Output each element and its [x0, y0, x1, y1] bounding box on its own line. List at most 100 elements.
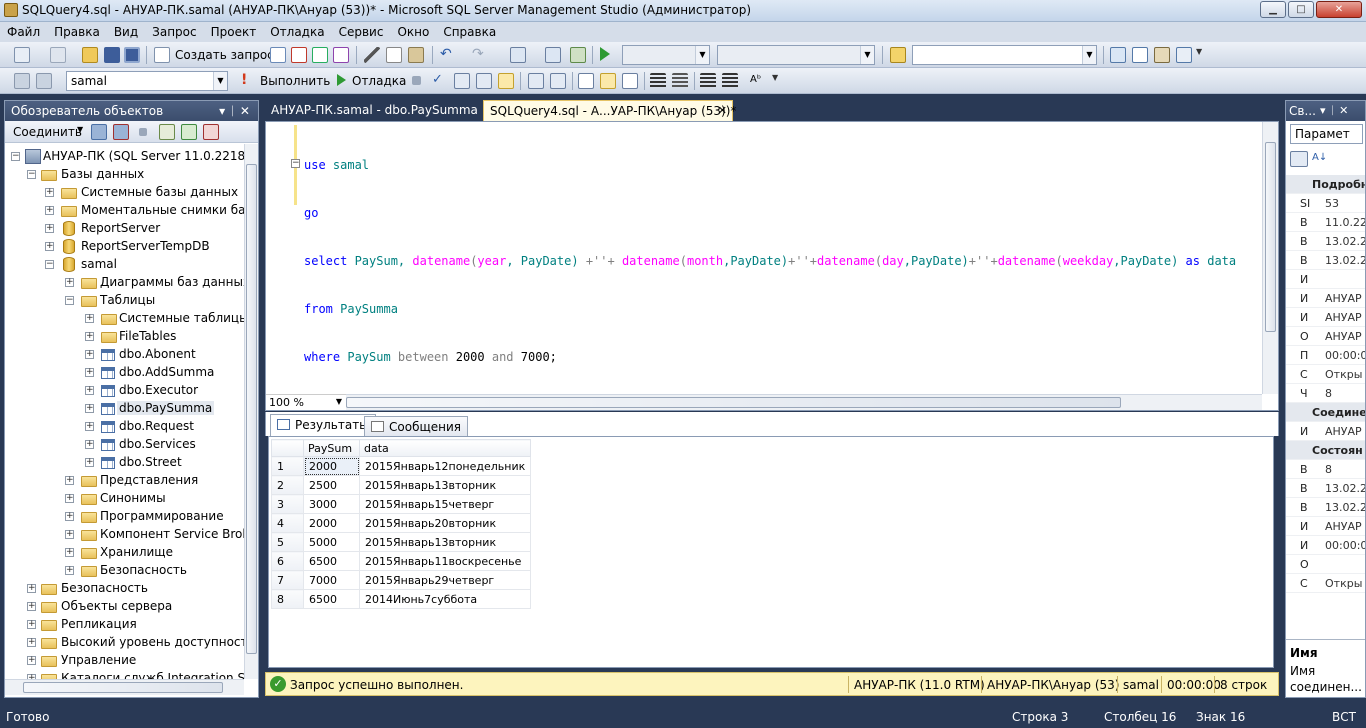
- property-row[interactable]: И АНУАР: [1286, 308, 1365, 327]
- results-grid[interactable]: PaySum data 1 2000 2015Январь12понедельник…: [268, 436, 1274, 668]
- property-row[interactable]: В8: [1286, 460, 1365, 479]
- property-row[interactable]: И: [1286, 270, 1365, 289]
- specify-values-icon[interactable]: A͏ᵇ: [750, 73, 766, 89]
- menu-help[interactable]: Справка: [436, 22, 503, 42]
- comment-icon[interactable]: [650, 73, 666, 89]
- find-in-files-icon[interactable]: [890, 47, 906, 63]
- add-item-icon[interactable]: [50, 47, 66, 63]
- query-designer-icon[interactable]: [476, 73, 492, 89]
- disconnect-icon[interactable]: [113, 124, 129, 140]
- filter-icon[interactable]: [159, 124, 175, 140]
- editor-horizontal-scrollbar[interactable]: [346, 394, 1262, 410]
- tree-hscroll-thumb[interactable]: [23, 682, 223, 693]
- open-file-icon[interactable]: [82, 47, 98, 63]
- property-row[interactable]: О АНУАР: [1286, 327, 1365, 346]
- table-row[interactable]: 3 3000 2015Январь15четверг: [271, 494, 532, 514]
- table-row[interactable]: 1 2000 2015Январь12понедельник: [271, 456, 532, 476]
- uncomment-icon[interactable]: [672, 73, 688, 89]
- refresh-icon[interactable]: [181, 124, 197, 140]
- editor-vertical-scrollbar[interactable]: [1262, 122, 1278, 394]
- property-row[interactable]: В 13.02.2: [1286, 479, 1365, 498]
- analysis-xmla-icon[interactable]: [333, 47, 349, 63]
- cancel-query-icon[interactable]: [412, 76, 421, 85]
- property-row[interactable]: И АНУАР: [1286, 517, 1365, 536]
- properties-object-combo[interactable]: Парамет: [1290, 124, 1363, 144]
- menu-file[interactable]: Файл: [0, 22, 47, 42]
- paysum-cell[interactable]: 7000: [303, 570, 360, 590]
- activity-monitor-icon[interactable]: [203, 124, 219, 140]
- paysum-cell[interactable]: 2000: [303, 513, 360, 533]
- change-connection-icon[interactable]: [36, 73, 52, 89]
- table-row[interactable]: 5 5000 2015Январь13вторник: [271, 532, 532, 552]
- row-number-cell[interactable]: 2: [271, 475, 304, 495]
- data-cell[interactable]: 2015Январь20вторник: [358, 513, 532, 533]
- close-window-button[interactable]: ✕: [1316, 1, 1362, 18]
- property-row[interactable]: О: [1286, 555, 1365, 574]
- decrease-indent-icon[interactable]: [700, 73, 716, 89]
- tree-horizontal-scrollbar[interactable]: [5, 679, 244, 695]
- menu-edit[interactable]: Правка: [47, 22, 107, 42]
- tab-paysumma-table[interactable]: АНУАР-ПК.samal - dbo.PaySumma: [265, 100, 484, 121]
- row-number-cell[interactable]: 5: [271, 532, 304, 552]
- menu-view[interactable]: Вид: [107, 22, 145, 42]
- categorized-icon[interactable]: [1290, 151, 1308, 167]
- results-to-file-icon[interactable]: [622, 73, 638, 89]
- redo-icon[interactable]: ↷: [472, 47, 488, 63]
- increase-indent-icon[interactable]: [722, 73, 738, 89]
- db-engine-query-icon[interactable]: [270, 47, 286, 63]
- execute-icon[interactable]: !: [241, 73, 249, 89]
- menu-project[interactable]: Проект: [204, 22, 264, 42]
- alphabetical-icon[interactable]: A↓: [1312, 151, 1330, 167]
- connect-server-icon[interactable]: [91, 124, 107, 140]
- editor-vscroll-thumb[interactable]: [1265, 142, 1276, 332]
- property-category[interactable]: Состоян: [1286, 441, 1365, 460]
- property-row[interactable]: В 11.0.22: [1286, 213, 1365, 232]
- data-cell[interactable]: 2014Июнь7суббота: [358, 589, 532, 609]
- property-row[interactable]: С Откры: [1286, 365, 1365, 384]
- object-explorer-icon[interactable]: [1132, 47, 1148, 63]
- tree-scroll-thumb[interactable]: [246, 164, 257, 654]
- solution-platforms-combo[interactable]: ▼: [717, 45, 875, 65]
- table-row[interactable]: 2 2500 2015Январь13вторник: [271, 475, 532, 495]
- column-header-paysum[interactable]: PaySum: [303, 439, 360, 457]
- tab-results[interactable]: Результаты: [270, 414, 376, 436]
- find-combo[interactable]: ▼: [912, 45, 1097, 65]
- results-to-text-icon[interactable]: [578, 73, 594, 89]
- paysum-cell[interactable]: 6500: [303, 589, 360, 609]
- zoom-combo[interactable]: 100 % ▼: [266, 394, 346, 410]
- table-row[interactable]: 8 6500 2014Июнь7суббота: [271, 589, 532, 609]
- menu-query[interactable]: Запрос: [145, 22, 203, 42]
- solution-configurations-combo[interactable]: ▼: [622, 45, 710, 65]
- row-number-cell[interactable]: 1: [271, 456, 304, 476]
- row-number-cell[interactable]: 3: [271, 494, 304, 514]
- editor-hscroll-thumb[interactable]: [346, 397, 1121, 408]
- copy-icon[interactable]: [386, 47, 402, 63]
- stop-icon[interactable]: [139, 128, 147, 136]
- display-plan-icon[interactable]: [454, 73, 470, 89]
- tab-messages[interactable]: Сообщения: [364, 416, 469, 436]
- property-row[interactable]: С Откры: [1286, 574, 1365, 593]
- new-query-button[interactable]: Создать запрос: [175, 48, 274, 62]
- property-row[interactable]: П 00:00:0: [1286, 346, 1365, 365]
- minimize-button[interactable]: ▁: [1260, 1, 1286, 18]
- paysum-cell[interactable]: 6500: [303, 551, 360, 571]
- paste-icon[interactable]: [408, 47, 424, 63]
- screen-icon[interactable]: [570, 47, 586, 63]
- panel-pin-close-icons[interactable]: ▾ ᛁ ✕: [219, 104, 250, 118]
- property-row[interactable]: И АНУАР: [1286, 422, 1365, 441]
- row-number-cell[interactable]: 8: [271, 589, 304, 609]
- property-row[interactable]: В 13.02.2: [1286, 251, 1365, 270]
- property-row[interactable]: SI 53: [1286, 194, 1365, 213]
- tab-sqlquery4[interactable]: SQLQuery4.sql - А...УАР-ПК\Ануар (53))* …: [483, 100, 736, 121]
- save-icon[interactable]: [104, 47, 120, 63]
- sql-editor[interactable]: − use samal go select PaySum, datename(y…: [265, 121, 1279, 411]
- table-row[interactable]: 4 2000 2015Январь20вторник: [271, 513, 532, 533]
- property-row[interactable]: В 13.02.2: [1286, 498, 1365, 517]
- include-plan-icon[interactable]: [528, 73, 544, 89]
- row-number-cell[interactable]: 7: [271, 570, 304, 590]
- data-cell[interactable]: 2015Январь12понедельник: [358, 456, 532, 476]
- properties-pin-icons[interactable]: ▾ ᛁ ✕: [1320, 104, 1348, 117]
- debug-icon[interactable]: [337, 74, 346, 86]
- property-row[interactable]: В 13.02.2: [1286, 232, 1365, 251]
- paysum-cell[interactable]: 3000: [303, 494, 360, 514]
